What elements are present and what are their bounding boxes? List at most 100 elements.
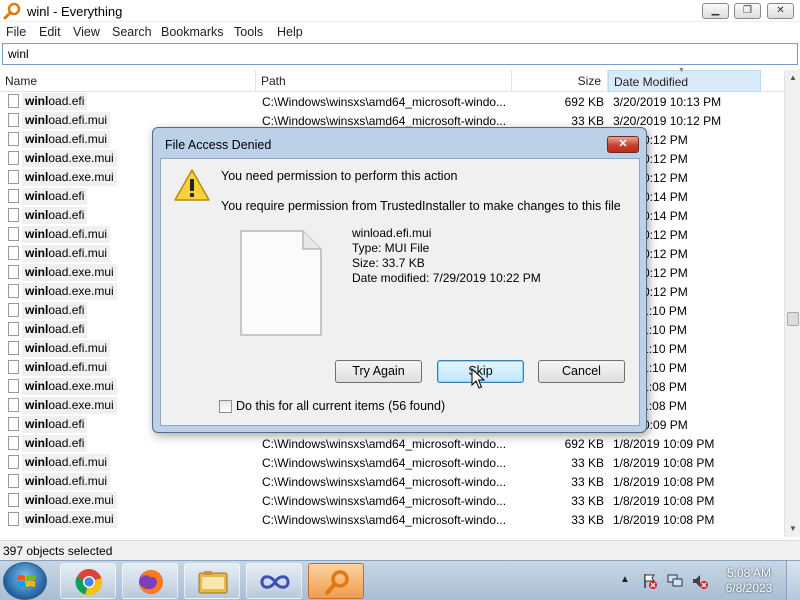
clock-date: 6/8/2023 [725,581,773,595]
menu-bookmarks[interactable]: Bookmarks [161,25,224,39]
close-button[interactable]: ✕ [767,3,794,19]
name-rest: oad.exe.mui [48,379,114,393]
taskbar-chrome[interactable] [60,563,116,599]
path-cell: C:\Windows\winsxs\amd64_microsoft-windo.… [262,437,507,451]
name-match-highlight: winl [25,322,49,336]
volume-muted-icon[interactable] [692,573,708,589]
path-cell: C:\Windows\winsxs\amd64_microsoft-windo.… [262,513,507,527]
show-hidden-icons-icon[interactable]: ▲ [620,574,630,585]
window-title: winl - Everything [27,4,123,19]
taskbar-infinity-app[interactable] [246,563,302,599]
table-row[interactable]: winload.efi.mui C:\Windows\winsxs\amd64_m… [0,472,784,491]
show-desktop-button[interactable] [786,561,800,600]
search-input[interactable] [2,43,798,65]
dialog-title: File Access Denied [165,138,272,152]
maximize-button[interactable]: ❐ [734,3,761,19]
table-row[interactable]: winload.exe.mui C:\Windows\winsxs\amd64_m… [0,491,784,510]
everything-app-icon [3,2,21,20]
taskbar: ▲ 5:08 AM 6/8/2023 [0,560,800,600]
name-rest: oad.efi [48,208,85,222]
cancel-button[interactable]: Cancel [538,360,625,383]
file-name-cell: winload.efi [22,93,88,110]
name-rest: oad.efi [48,303,85,317]
menu-view[interactable]: View [73,25,100,39]
file-icon [8,303,19,317]
start-button[interactable] [3,562,47,600]
path-cell: C:\Windows\winsxs\amd64_microsoft-windo.… [262,456,507,470]
name-match-highlight: winl [25,493,49,507]
name-rest: oad.exe.mui [48,151,114,165]
file-name-cell: winload.efi.mui [22,112,111,129]
file-icon [8,360,19,374]
name-match-highlight: winl [25,303,49,317]
file-name-cell: winload.exe.mui [22,150,117,167]
path-cell: C:\Windows\winsxs\amd64_microsoft-windo.… [262,114,507,128]
name-rest: oad.efi.mui [48,341,108,355]
file-icon [8,208,19,222]
system-clock[interactable]: 5:08 AM 6/8/2023 [720,566,778,596]
name-match-highlight: winl [25,189,49,203]
name-match-highlight: winl [25,227,49,241]
minimize-button[interactable]: ▁ [702,3,729,19]
file-explorer-icon [198,571,228,594]
menu-search[interactable]: Search [112,25,152,39]
taskbar-file-explorer[interactable] [184,563,240,599]
file-icon [8,113,19,127]
file-name-cell: winload.efi.mui [22,131,111,148]
scroll-down-icon[interactable]: ▼ [785,521,800,537]
size-cell: 33 KB [571,114,604,128]
menu-file[interactable]: File [6,25,26,39]
apply-to-all-label[interactable]: Do this for all current items (56 found) [236,399,445,413]
scroll-up-icon[interactable]: ▲ [785,70,800,86]
menu-help[interactable]: Help [277,25,303,39]
column-header-path[interactable]: Path [256,70,512,92]
date-cell: 1/8/2019 10:08 PM [613,513,715,527]
warning-icon [174,169,210,201]
name-match-highlight: winl [25,455,49,469]
name-rest: oad.efi.mui [48,132,108,146]
table-row[interactable]: winload.efi C:\Windows\winsxs\amd64_micro… [0,434,784,453]
apply-to-all-checkbox[interactable] [219,400,232,413]
file-name-cell: winload.efi [22,207,88,224]
file-document-icon [240,230,322,336]
scrollbar-thumb[interactable] [787,312,799,326]
file-name-cell: winload.efi [22,435,88,452]
size-cell: 692 KB [564,95,604,109]
taskbar-firefox[interactable] [122,563,178,599]
name-rest: oad.efi [48,322,85,336]
dialog-close-button[interactable]: ✕ [607,136,639,153]
file-name-cell: winload.exe.mui [22,492,117,509]
menu-tools[interactable]: Tools [234,25,263,39]
table-row[interactable]: winload.efi.mui C:\Windows\winsxs\amd64_m… [0,453,784,472]
vertical-scrollbar[interactable]: ▲ ▼ [784,70,800,537]
file-name-cell: winload.efi.mui [22,454,111,471]
name-match-highlight: winl [25,436,49,450]
file-name-cell: winload.exe.mui [22,283,117,300]
date-cell: 3/20/2019 10:12 PM [613,114,722,128]
mouse-cursor-icon [471,368,485,389]
size-cell: 692 KB [564,437,604,451]
date-cell: 1/8/2019 10:09 PM [613,437,715,451]
file-icon [8,398,19,412]
file-access-denied-dialog: File Access Denied ✕ You need permission… [152,127,647,433]
menu-edit[interactable]: Edit [39,25,61,39]
file-icon [8,474,19,488]
network-icon[interactable] [667,573,683,589]
table-row[interactable]: winload.efi C:\Windows\winsxs\amd64_micro… [0,92,784,111]
action-center-flag-icon[interactable] [642,573,658,589]
file-name-cell: winload.efi.mui [22,226,111,243]
title-bar: winl - Everything ▁ ❐ ✕ [0,0,800,22]
file-icon [8,436,19,450]
taskbar-everything[interactable] [308,563,364,599]
file-name-cell: winload.exe.mui [22,397,117,414]
name-rest: oad.efi.mui [48,474,108,488]
dialog-message: You need permission to perform this acti… [221,169,458,183]
name-rest: oad.exe.mui [48,284,114,298]
column-header-name[interactable]: Name [0,70,256,92]
try-again-button[interactable]: Try Again [335,360,422,383]
column-header-size[interactable]: Size [512,70,608,92]
name-rest: oad.efi.mui [48,246,108,260]
name-rest: oad.exe.mui [48,493,114,507]
table-row[interactable]: winload.exe.mui C:\Windows\winsxs\amd64_m… [0,510,784,529]
name-match-highlight: winl [25,417,49,431]
